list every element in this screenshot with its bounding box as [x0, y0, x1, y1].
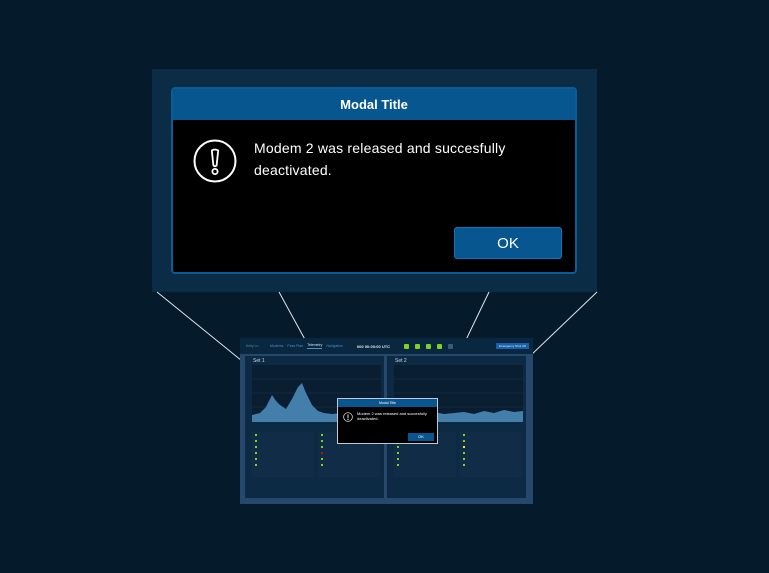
mini-tab-telemetry[interactable]: Telemetry [307, 343, 323, 349]
mini-clock: 000 00:00:00 UTC [356, 343, 391, 349]
mini-modal-message: Modem 2 was released and succesfully dea… [357, 411, 427, 421]
mini-row [318, 462, 380, 468]
mini-table [252, 432, 314, 477]
mini-tab-navigation[interactable]: Navigation [326, 344, 343, 349]
mini-tab-modems[interactable]: Modems [270, 344, 283, 349]
mini-status-icon [426, 343, 432, 349]
mini-row [252, 462, 314, 468]
mini-row [460, 462, 522, 468]
mini-status-icon [415, 343, 421, 349]
mini-user-name: Kelly Lu [246, 344, 259, 348]
mini-modal-dialog: Modal Title Modem 2 was released and suc… [337, 398, 438, 444]
mini-tab-pass-plan[interactable]: Pass Plan [287, 344, 303, 349]
mini-status-icon [404, 343, 410, 349]
mini-emergency-button[interactable]: Emergency Shut Off [496, 343, 529, 349]
mini-ok-button[interactable]: OK [408, 433, 434, 441]
mini-row [394, 462, 456, 468]
mini-panel-title: Set 1 [253, 358, 265, 364]
stage: Modal Title Modem 2 was released and suc… [0, 0, 769, 573]
mini-table [460, 432, 522, 477]
mini-panel-title: Set 2 [395, 358, 407, 364]
mini-status-icon [448, 343, 454, 349]
mini-status-icon [437, 343, 443, 349]
mini-modal-title: Modal Title [338, 399, 437, 407]
mini-alert-icon [343, 412, 353, 422]
mini-topbar: Kelly Lu Modems Pass Plan Telemetry Navi… [240, 338, 533, 354]
